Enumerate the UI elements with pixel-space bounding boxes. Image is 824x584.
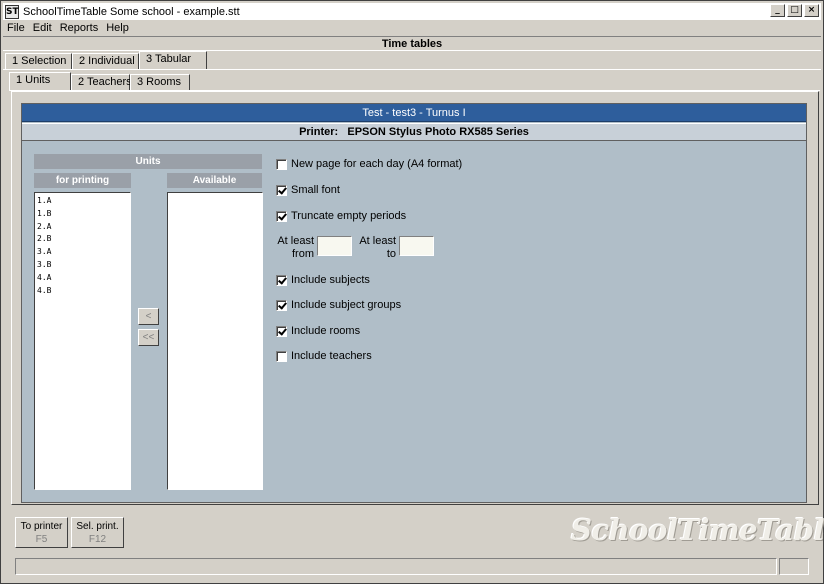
menu-reports[interactable]: Reports bbox=[56, 22, 103, 34]
unit-list-item[interactable]: 1.A bbox=[37, 195, 128, 208]
close-icon[interactable]: × bbox=[804, 4, 819, 17]
option-small-font[interactable]: Small font bbox=[276, 183, 340, 197]
new-page-checkbox[interactable] bbox=[276, 158, 287, 170]
section-title: Time tables bbox=[3, 36, 821, 51]
include-subject-groups-checkbox[interactable] bbox=[276, 299, 287, 311]
small-font-checkbox[interactable] bbox=[276, 184, 287, 196]
menu-help[interactable]: Help bbox=[102, 22, 133, 34]
menu-file[interactable]: File bbox=[3, 22, 29, 34]
unit-list-item[interactable]: 4.B bbox=[37, 285, 128, 298]
tab-rooms[interactable]: 3 Rooms bbox=[130, 74, 190, 91]
option-truncate[interactable]: Truncate empty periods bbox=[276, 209, 406, 223]
truncate-checkbox[interactable] bbox=[276, 210, 287, 222]
available-list[interactable] bbox=[167, 192, 263, 490]
tab-selection[interactable]: 1 Selection bbox=[5, 53, 72, 70]
sel-print-label: Sel. print. bbox=[76, 521, 119, 532]
maximize-icon[interactable]: □ bbox=[787, 4, 802, 17]
unit-list-item[interactable]: 4.A bbox=[37, 272, 128, 285]
include-teachers-label: Include teachers bbox=[291, 350, 372, 362]
window-title: SchoolTimeTable Some school - example.st… bbox=[23, 5, 240, 18]
new-page-label: New page for each day (A4 format) bbox=[291, 158, 463, 170]
option-include-rooms[interactable]: Include rooms bbox=[276, 324, 360, 338]
include-teachers-checkbox[interactable] bbox=[276, 350, 287, 362]
printer-name: EPSON Stylus Photo RX585 Series bbox=[347, 126, 529, 138]
include-subjects-label: Include subjects bbox=[291, 274, 370, 286]
include-rooms-label: Include rooms bbox=[291, 325, 361, 337]
printer-label: Printer: bbox=[299, 126, 339, 138]
option-new-page[interactable]: New page for each day (A4 format) bbox=[276, 157, 462, 171]
option-include-subjects[interactable]: Include subjects bbox=[276, 273, 370, 287]
available-heading: Available bbox=[167, 173, 262, 188]
status-bar-panel bbox=[779, 558, 809, 575]
at-least-from-input[interactable] bbox=[317, 236, 352, 256]
unit-list-item[interactable]: 3.A bbox=[37, 246, 128, 259]
sub-tabs: 1 Units 2 Teachers 3 Rooms bbox=[9, 72, 190, 91]
tab-individual[interactable]: 2 Individual bbox=[72, 53, 139, 70]
timetable-header: Test - test3 - Turnus I bbox=[22, 104, 806, 122]
app-icon: ST bbox=[5, 4, 19, 19]
to-printer-button[interactable]: To printer F5 bbox=[15, 517, 68, 548]
menu-edit[interactable]: Edit bbox=[29, 22, 56, 34]
printer-bar[interactable]: Printer: EPSON Stylus Photo RX585 Series bbox=[22, 123, 806, 141]
unit-list-item[interactable]: 2.A bbox=[37, 221, 128, 234]
tab-units[interactable]: 1 Units bbox=[9, 72, 71, 91]
tab-content: Test - test3 - Turnus I Printer: EPSON S… bbox=[11, 91, 819, 505]
tab-teachers[interactable]: 2 Teachers bbox=[71, 74, 132, 91]
minimize-icon[interactable]: _ bbox=[770, 4, 785, 17]
at-least-to-label-line1: At least bbox=[359, 235, 396, 247]
title-bar: ST SchoolTimeTable Some school - example… bbox=[3, 3, 821, 20]
move-one-button[interactable]: < bbox=[138, 308, 159, 325]
menu-bar: File Edit Reports Help bbox=[3, 20, 133, 36]
unit-list-item[interactable]: 2.B bbox=[37, 233, 128, 246]
app-logo-watermark: SchoolTimeTable bbox=[571, 513, 824, 547]
at-least-to-label-line2: to bbox=[386, 248, 396, 260]
tab-tabular[interactable]: 3 Tabular bbox=[139, 51, 207, 70]
sel-print-button[interactable]: Sel. print. F12 bbox=[71, 517, 124, 548]
at-least-to-input[interactable] bbox=[399, 236, 434, 256]
option-include-subject-groups[interactable]: Include subject groups bbox=[276, 298, 401, 312]
include-subject-groups-label: Include subject groups bbox=[291, 299, 402, 311]
at-least-from-label: At least from bbox=[276, 235, 314, 261]
to-printer-shortcut: F5 bbox=[35, 534, 48, 545]
truncate-label: Truncate empty periods bbox=[291, 210, 407, 222]
small-font-label: Small font bbox=[291, 184, 340, 196]
sel-print-shortcut: F12 bbox=[88, 534, 107, 545]
to-printer-label: To printer bbox=[20, 521, 63, 532]
for-printing-heading: for printing bbox=[34, 173, 131, 188]
for-printing-list[interactable]: 1.A 1.B 2.A 2.B 3.A 3.B 4.A 4.B bbox=[34, 192, 131, 490]
at-least-from-label-line2: from bbox=[292, 248, 314, 260]
print-settings-panel: Test - test3 - Turnus I Printer: EPSON S… bbox=[21, 103, 807, 503]
option-include-teachers[interactable]: Include teachers bbox=[276, 349, 372, 363]
at-least-to-label: At least to bbox=[356, 235, 396, 261]
unit-list-item[interactable]: 1.B bbox=[37, 208, 128, 221]
unit-list-item[interactable]: 3.B bbox=[37, 259, 128, 272]
include-rooms-checkbox[interactable] bbox=[276, 325, 287, 337]
tab-divider bbox=[3, 69, 821, 70]
include-subjects-checkbox[interactable] bbox=[276, 274, 287, 286]
at-least-from-label-line1: At least bbox=[277, 235, 314, 247]
app-window: ST SchoolTimeTable Some school - example… bbox=[0, 0, 824, 584]
status-bar bbox=[15, 558, 777, 575]
units-heading: Units bbox=[34, 154, 262, 169]
main-tabs: 1 Selection 2 Individual 3 Tabular bbox=[5, 51, 207, 70]
move-all-button[interactable]: << bbox=[138, 329, 159, 346]
